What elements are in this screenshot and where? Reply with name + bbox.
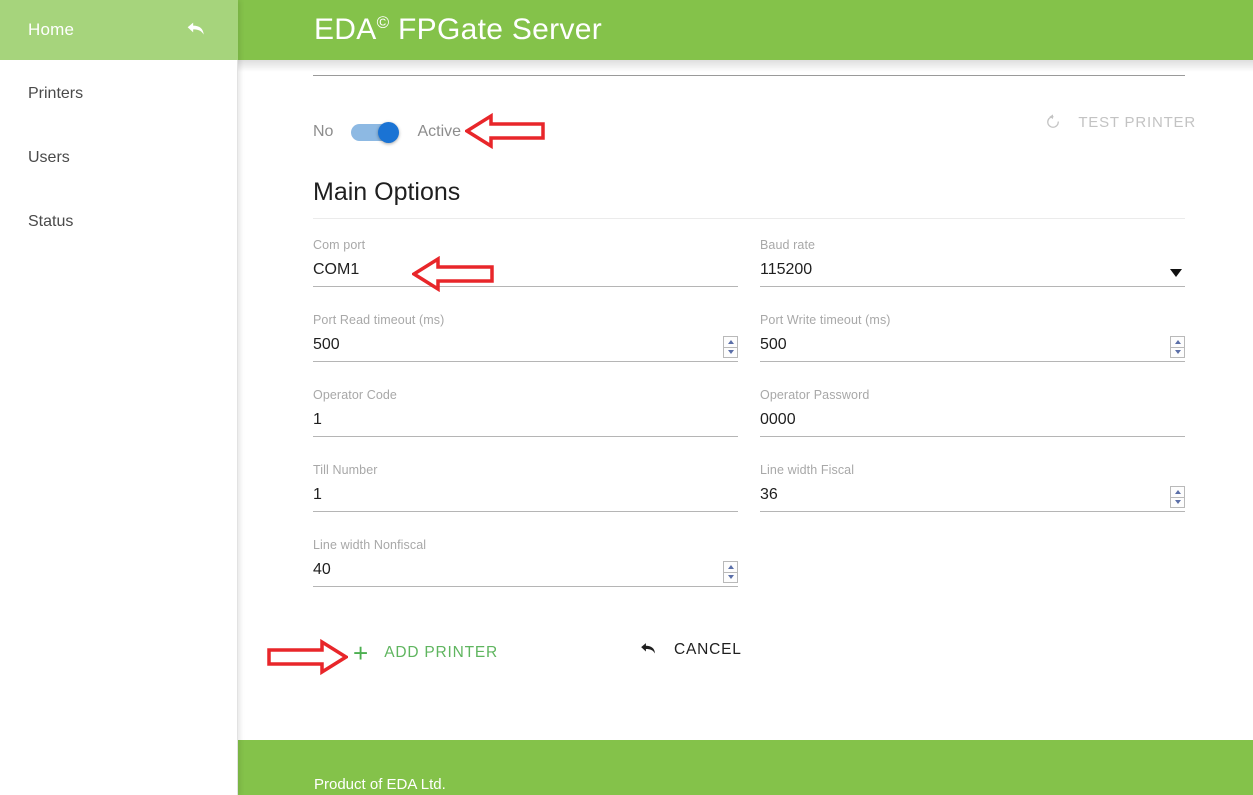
sidebar-item-users[interactable]: Users [0, 138, 238, 178]
caret-down-icon [1174, 500, 1181, 505]
field-till-number: Till Number [313, 463, 738, 512]
app-title: EDA© FPGate Server [314, 13, 602, 47]
test-printer-button[interactable]: TEST PRINTER [1044, 113, 1196, 131]
caret-down-icon [727, 350, 734, 355]
app-title-main: EDA [314, 13, 377, 46]
chevron-down-icon[interactable] [1170, 269, 1182, 277]
undo-arrow-icon [638, 640, 657, 659]
back-arrow-icon[interactable] [184, 19, 206, 41]
caret-down-icon [1174, 350, 1181, 355]
stepper-down[interactable] [724, 348, 737, 358]
field-line-width-fiscal: Line width Fiscal [760, 463, 1185, 512]
caret-up-icon [1174, 339, 1181, 344]
field-line-width-nonfiscal: Line width Nonfiscal [313, 538, 738, 587]
field-baud-rate-label: Baud rate [760, 238, 816, 252]
baud-rate-select-value[interactable] [760, 259, 1185, 281]
form-row: Line width Nonfiscal [313, 538, 1185, 587]
application-window: Home Printers Users Status EDA© FPGate S… [0, 0, 1253, 795]
toggle-knob [378, 122, 400, 143]
section-title: Main Options [313, 178, 461, 206]
form-row: Port Read timeout (ms) Port Write timeou… [313, 313, 1185, 362]
stepper-up[interactable] [1171, 487, 1184, 498]
top-divider [313, 75, 1185, 76]
test-printer-label: TEST PRINTER [1078, 113, 1196, 131]
app-title-rest: FPGate Server [389, 13, 603, 46]
stepper-up[interactable] [724, 337, 737, 348]
sidebar-item-users-label: Users [28, 149, 70, 166]
field-operator-password-label: Operator Password [760, 388, 870, 402]
main-content: No Active TEST PRINTER Main Options Com … [238, 60, 1253, 740]
main-options-form: Com port Baud rate Port Read timeout (ms… [313, 238, 1185, 613]
field-com-port-label: Com port [313, 238, 366, 252]
port-write-timeout-input[interactable] [760, 334, 1185, 356]
sidebar-item-status[interactable]: Status [0, 202, 238, 242]
field-port-read-timeout-label: Port Read timeout (ms) [313, 313, 445, 327]
port-write-timeout-stepper[interactable] [1170, 336, 1185, 358]
till-number-input[interactable] [313, 484, 738, 506]
com-port-input[interactable] [313, 259, 738, 281]
toggle-on-label: Active [417, 123, 462, 140]
sidebar-item-printers[interactable]: Printers [0, 74, 238, 114]
field-till-number-label: Till Number [313, 463, 378, 477]
caret-up-icon [1174, 489, 1181, 494]
active-toggle-switch[interactable] [351, 122, 400, 143]
stepper-up[interactable] [724, 562, 737, 573]
active-toggle-row: No Active [313, 115, 461, 149]
sidebar-navigation: Home Printers Users Status [0, 0, 238, 795]
sidebar-item-printers-label: Printers [28, 85, 84, 102]
add-printer-label: ADD PRINTER [384, 644, 499, 661]
form-row: Com port Baud rate [313, 238, 1185, 287]
line-width-nonfiscal-input[interactable] [313, 559, 738, 581]
form-row: Operator Code Operator Password [313, 388, 1185, 437]
footer-text: Product of EDA Ltd. [314, 776, 446, 793]
line-width-fiscal-input[interactable] [760, 484, 1185, 506]
cancel-label: CANCEL [674, 640, 742, 658]
add-printer-button[interactable]: + ADD PRINTER [353, 640, 498, 666]
port-read-timeout-input[interactable] [313, 334, 738, 356]
app-footer: Product of EDA Ltd. [238, 740, 1253, 795]
caret-up-icon [727, 339, 734, 344]
field-port-write-timeout: Port Write timeout (ms) [760, 313, 1185, 362]
form-actions: + ADD PRINTER CANCEL [313, 640, 813, 670]
field-line-width-fiscal-label: Line width Fiscal [760, 463, 855, 477]
section-divider [313, 218, 1185, 219]
caret-up-icon [727, 564, 734, 569]
operator-code-input[interactable] [313, 409, 738, 431]
copyright-symbol: © [376, 13, 390, 32]
stepper-down[interactable] [1171, 348, 1184, 358]
stepper-up[interactable] [1171, 337, 1184, 348]
refresh-icon [1044, 113, 1062, 131]
toggle-off-label: No [313, 123, 334, 140]
stepper-down[interactable] [724, 573, 737, 583]
sidebar-item-home[interactable]: Home [0, 0, 238, 60]
cancel-button[interactable]: CANCEL [638, 640, 742, 659]
field-operator-password: Operator Password [760, 388, 1185, 437]
stepper-down[interactable] [1171, 498, 1184, 508]
sidebar-item-status-label: Status [28, 213, 74, 230]
plus-icon: + [353, 638, 369, 668]
app-header: EDA© FPGate Server [238, 0, 1253, 60]
field-port-read-timeout: Port Read timeout (ms) [313, 313, 738, 362]
operator-password-input[interactable] [760, 409, 1185, 431]
field-line-width-nonfiscal-label: Line width Nonfiscal [313, 538, 427, 552]
caret-down-icon [727, 575, 734, 580]
field-com-port: Com port [313, 238, 738, 287]
port-read-timeout-stepper[interactable] [723, 336, 738, 358]
sidebar-item-home-label: Home [28, 20, 75, 39]
form-row: Till Number Line width Fiscal [313, 463, 1185, 512]
line-width-nonfiscal-stepper[interactable] [723, 561, 738, 583]
field-placeholder-empty [760, 538, 1185, 587]
field-baud-rate: Baud rate [760, 238, 1185, 287]
line-width-fiscal-stepper[interactable] [1170, 486, 1185, 508]
field-operator-code: Operator Code [313, 388, 738, 437]
field-port-write-timeout-label: Port Write timeout (ms) [760, 313, 891, 327]
field-operator-code-label: Operator Code [313, 388, 397, 402]
